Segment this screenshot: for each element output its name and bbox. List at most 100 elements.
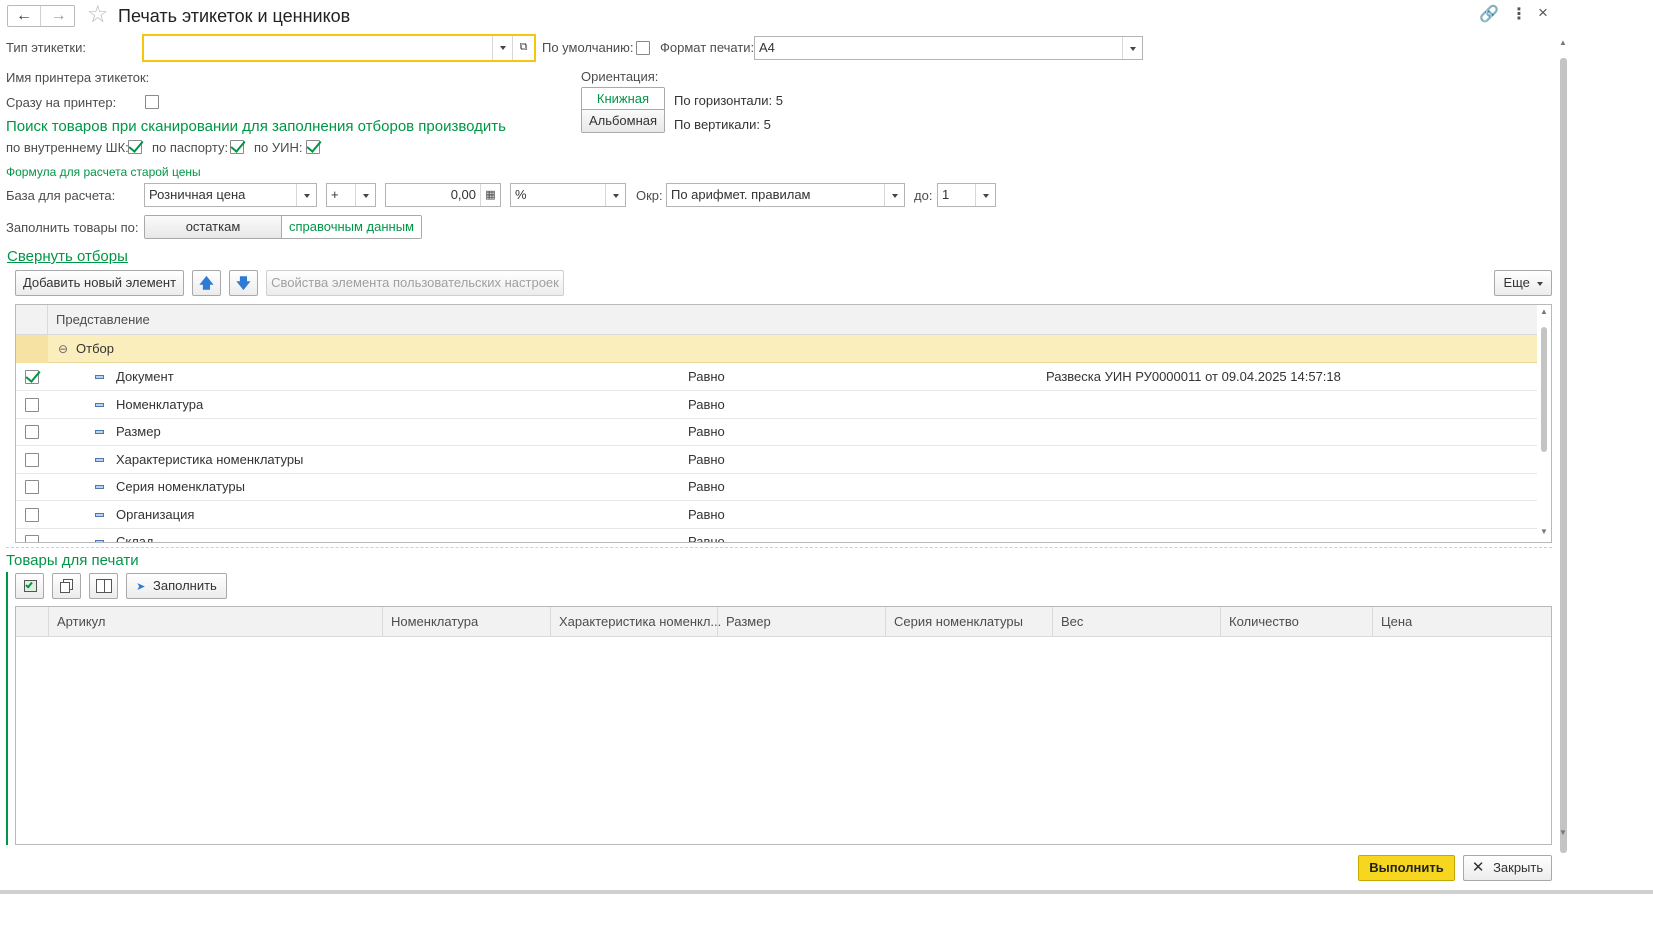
dropdown-chevron-icon[interactable]	[296, 184, 316, 206]
filter-row-checkbox[interactable]	[25, 507, 39, 522]
window-title: Печать этикеток и ценников	[118, 6, 351, 26]
back-arrow-icon[interactable]: ←	[8, 6, 41, 26]
filter-row-checkbox[interactable]	[25, 535, 39, 542]
open-window-icon[interactable]: ⧉	[512, 36, 534, 60]
base-select[interactable]: Розничная цена	[144, 183, 317, 207]
scroll-down-icon[interactable]: ▼	[1540, 527, 1548, 536]
filter-row[interactable]: Серия номенклатуры Равно	[16, 473, 1551, 501]
filter-row[interactable]: Организация Равно	[16, 501, 1551, 529]
dropdown-chevron-icon[interactable]	[975, 184, 995, 206]
filter-row[interactable]: Склад Равно	[16, 528, 1551, 542]
filter-condition: Равно	[688, 479, 725, 494]
scroll-thumb[interactable]	[1560, 58, 1567, 853]
dropdown-chevron-icon[interactable]	[1122, 37, 1142, 59]
fill-button[interactable]: ➤ Заполнить	[126, 573, 227, 599]
filter-condition: Равно	[688, 506, 725, 522]
search-passport-checkbox[interactable]	[230, 140, 244, 154]
element-properties-button[interactable]: Свойства элемента пользовательских настр…	[266, 270, 564, 296]
unit-select[interactable]: %	[510, 183, 626, 207]
filter-row[interactable]: Размер Равно	[16, 418, 1551, 446]
scroll-down-icon[interactable]: ▼	[1559, 828, 1567, 837]
round-select[interactable]: По арифмет. правилам	[666, 183, 905, 207]
move-up-button[interactable]: 🡅	[192, 270, 221, 296]
filter-row[interactable]: Документ Равно Развеска УИН РУ0000011 от 0…	[16, 363, 1551, 391]
dropdown-chevron-icon[interactable]	[492, 36, 512, 60]
round-to-select[interactable]: 1	[937, 183, 996, 207]
goods-column-header[interactable]: Артикул	[48, 607, 382, 637]
print-format-select[interactable]: А4	[754, 36, 1143, 60]
filter-row-checkbox[interactable]	[25, 397, 39, 412]
fill-by-reference-button[interactable]: справочным данным	[282, 216, 421, 238]
close-x-icon: ✕	[1471, 859, 1485, 876]
check-all-button[interactable]	[15, 573, 44, 599]
filter-row[interactable]: Характеристика номенклатуры Равно	[16, 446, 1551, 474]
filter-field-name: Размер	[116, 424, 161, 439]
dropdown-chevron-icon[interactable]	[605, 184, 625, 206]
dropdown-chevron-icon[interactable]	[355, 184, 375, 206]
search-uin-checkbox[interactable]	[306, 140, 320, 154]
more-button[interactable]: Еще	[1494, 270, 1552, 296]
chevron-down-icon	[1536, 281, 1543, 286]
search-passport-label: по паспорту:	[152, 140, 229, 155]
fill-by-label: Заполнить товары по:	[6, 220, 139, 235]
goods-column-header[interactable]: Вес	[1052, 607, 1220, 637]
scroll-up-icon[interactable]: ▲	[1559, 38, 1567, 47]
goods-column-header[interactable]: Серия номенклатуры	[885, 607, 1052, 637]
filter-row-checkbox[interactable]	[25, 480, 39, 494]
add-element-button[interactable]: Добавить новый элемент	[15, 270, 184, 296]
goods-column-header[interactable]: Количество	[1220, 607, 1372, 637]
label-type-input[interactable]: ⧉	[142, 34, 536, 62]
goods-column-header[interactable]: Характеристика номенкл...	[550, 607, 721, 637]
forward-arrow-icon[interactable]: →	[42, 6, 75, 26]
orientation-portrait-button[interactable]: Книжная	[582, 88, 664, 110]
fill-by-toggle: остаткам справочным данным	[144, 215, 422, 239]
goods-table-header: Артикул Номенклатура Характеристика номенк…	[16, 607, 1551, 637]
bottom-border	[0, 890, 1653, 894]
collapse-filters-link[interactable]: Свернуть отборы	[7, 248, 128, 265]
operator-select[interactable]: +	[326, 183, 376, 207]
goods-section-title: Товары для печати	[6, 552, 139, 569]
fill-by-stock-button[interactable]: остаткам	[145, 216, 282, 238]
link-icon[interactable]: 🔗	[1479, 4, 1499, 24]
calculator-icon[interactable]: ▦	[480, 184, 500, 206]
filter-item-icon	[95, 430, 104, 434]
filters-scrollbar[interactable]: ▲ ▼	[1537, 305, 1551, 542]
orientation-toggle: Книжная Альбомная	[581, 87, 665, 133]
dropdown-chevron-icon[interactable]	[884, 184, 904, 206]
close-icon[interactable]: ×	[1538, 3, 1548, 23]
direct-print-checkbox[interactable]	[145, 95, 159, 109]
search-barcode-label: по внутреннему ШК:	[6, 140, 129, 155]
more-vertical-icon[interactable]: ⋮	[1511, 4, 1527, 24]
filter-condition: Равно	[688, 369, 725, 384]
goods-column-header[interactable]: Номенклатура	[382, 607, 550, 637]
search-barcode-checkbox[interactable]	[128, 140, 142, 154]
scroll-up-icon[interactable]: ▲	[1540, 307, 1548, 316]
filter-condition: Равно	[688, 396, 725, 412]
filter-row-checkbox[interactable]	[25, 370, 39, 384]
filter-item-icon	[95, 457, 104, 462]
filter-group-row[interactable]: ⊖ Отбор	[16, 335, 1551, 363]
filter-row[interactable]: Номенклатура Равно	[16, 391, 1551, 419]
orientation-landscape-button[interactable]: Альбомная	[582, 110, 664, 132]
filter-row-checkbox[interactable]	[25, 425, 39, 439]
filter-item-icon	[95, 540, 104, 542]
filter-row-checkbox[interactable]	[25, 452, 39, 467]
move-down-button[interactable]: 🡇	[229, 270, 258, 296]
fill-arrow-icon: ➤	[136, 581, 146, 593]
copy-button[interactable]	[52, 573, 81, 599]
favorite-star-icon[interactable]: ☆	[87, 2, 109, 28]
divider	[6, 547, 1552, 548]
execute-button[interactable]: Выполнить	[1358, 855, 1455, 881]
amount-input[interactable]: 0,00 ▦	[385, 183, 501, 207]
default-checkbox[interactable]	[636, 41, 650, 55]
filter-condition: Равно	[688, 451, 725, 467]
toggle-checks-button[interactable]	[89, 573, 118, 599]
close-button[interactable]: ✕ Закрыть	[1463, 855, 1552, 881]
filters-table: Представление ⊖ Отбор Документ Равно Разве…	[15, 304, 1552, 543]
window-scrollbar[interactable]: ▲ ▼	[1558, 38, 1568, 853]
scroll-thumb[interactable]	[1541, 327, 1547, 452]
filter-field-name: Документ	[116, 369, 174, 384]
goods-column-header[interactable]: Размер	[717, 607, 885, 637]
goods-column-header[interactable]: Цена	[1372, 607, 1551, 637]
collapse-group-icon[interactable]: ⊖	[58, 335, 68, 363]
